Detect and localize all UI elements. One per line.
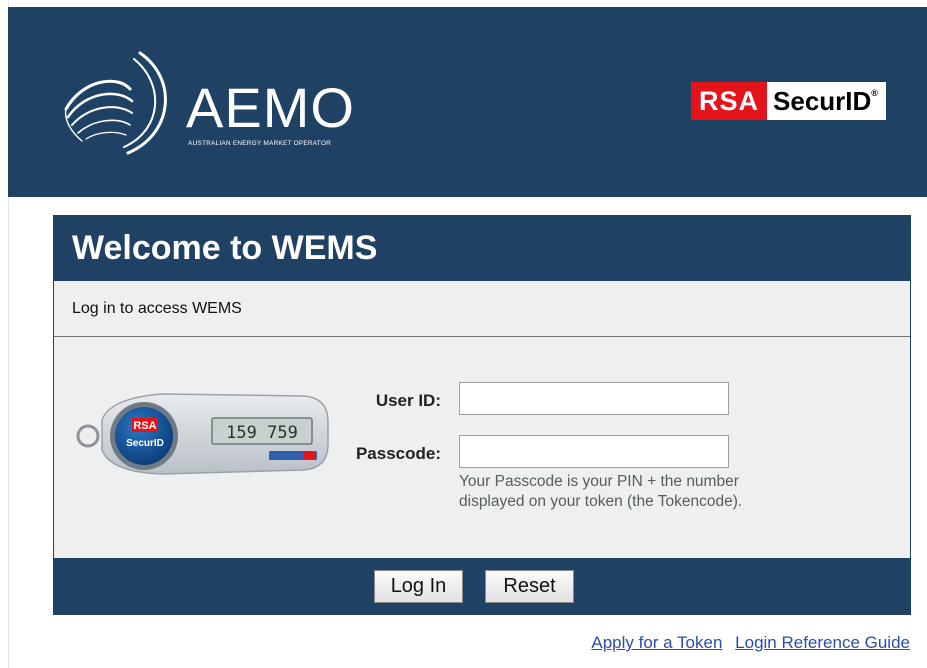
aemo-wordmark: AEMO [186,76,355,139]
registered-mark: ® [871,88,878,98]
rsa-securid-logo: RSA SecurID® [691,82,886,120]
login-panel: Welcome to WEMS Log in to access WEMS RS… [53,215,911,615]
token-display-code: 159 759 [226,423,298,443]
footer-links: Apply for a Token Login Reference Guide [583,633,910,653]
aemo-logo: AEMO AUSTRALIAN ENERGY MARKET OPERATOR [58,49,378,159]
reset-button[interactable]: Reset [485,570,574,603]
token-fob-icon: RSA SecurID 159 759 [76,393,329,475]
aemo-tagline: AUSTRALIAN ENERGY MARKET OPERATOR [188,140,332,147]
securid-token-image: RSA SecurID 159 759 [72,380,332,490]
login-button[interactable]: Log In [374,570,463,603]
token-securid-text: SecurID [126,438,164,449]
user-id-label: User ID: [375,391,441,410]
rsa-logo-text: RSA [691,82,768,120]
page-subtitle: Log in to access WEMS [54,281,910,337]
page-title: Welcome to WEMS [54,216,910,281]
apply-token-link[interactable]: Apply for a Token [591,633,722,652]
securid-logo-text: SecurID [773,86,872,116]
passcode-hint: Your Passcode is your PIN + the number d… [459,473,743,510]
aemo-swirl-icon [64,51,167,155]
window-top-edge [0,0,927,7]
login-form: RSA SecurID 159 759 User ID: Passcode: Y… [54,338,910,558]
securid-logo-block: SecurID® [767,82,886,120]
passcode-input[interactable] [459,435,729,468]
button-bar: Log In Reset [54,558,910,614]
passcode-label: Passcode: [355,444,441,463]
token-rsa-text: RSA [133,420,156,432]
login-reference-guide-link[interactable]: Login Reference Guide [735,633,910,652]
user-id-input[interactable] [459,382,729,415]
site-header: AEMO AUSTRALIAN ENERGY MARKET OPERATOR R… [8,7,927,197]
